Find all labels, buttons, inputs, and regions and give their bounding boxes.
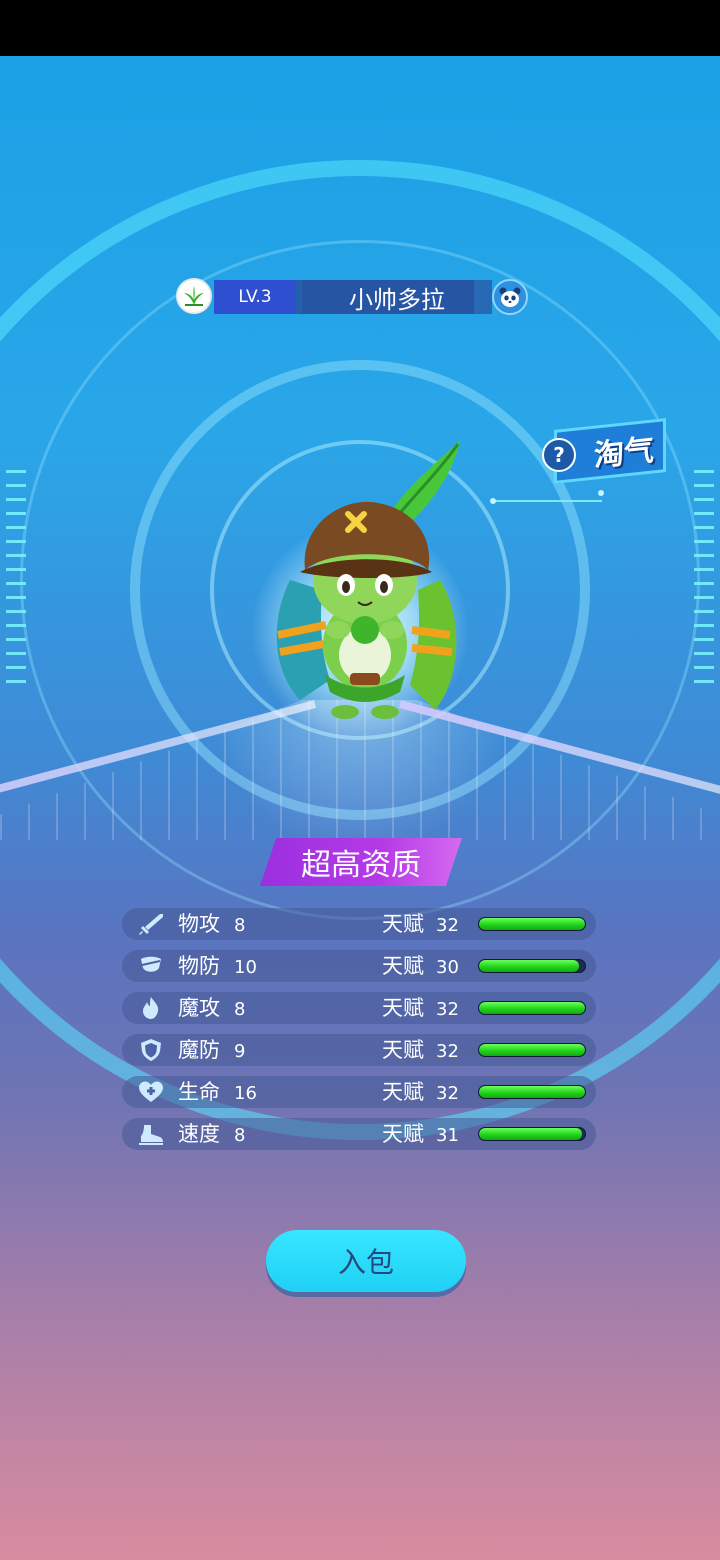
stat-name: 物攻 — [178, 912, 220, 936]
tunnel-ticks-left — [6, 470, 26, 690]
talent-bar-fill — [479, 918, 585, 930]
stat-row: 物攻 8 天赋 32 — [122, 908, 596, 940]
pet-illustration — [260, 430, 470, 720]
shield-icon — [138, 1038, 164, 1062]
flame-icon — [138, 996, 164, 1020]
talent-label: 天赋 — [382, 954, 424, 978]
talent-bar-fill — [479, 960, 579, 972]
talent-bar — [478, 1127, 586, 1141]
talent-value: 32 — [436, 915, 459, 936]
stat-name: 魔防 — [178, 1038, 220, 1062]
stats-list: 物攻 8 天赋 32 物防 10 天赋 30 魔攻 8 天赋 32 魔防 9 天赋 32 生命 16 天赋 32 速度 8… — [122, 908, 596, 1160]
talent-bar — [478, 1043, 586, 1057]
leaf-icon — [176, 278, 212, 314]
stat-value: 8 — [234, 915, 246, 936]
stat-row: 速度 8 天赋 31 — [122, 1118, 596, 1150]
personality-tag[interactable]: ? 淘气 — [490, 418, 670, 510]
tunnel-ticks-right — [694, 470, 714, 690]
stat-value: 9 — [234, 1041, 246, 1062]
stat-value: 10 — [234, 957, 257, 978]
pointer-dot — [598, 490, 604, 496]
stat-name: 魔攻 — [178, 996, 220, 1020]
talent-value: 32 — [436, 1041, 459, 1062]
talent-bar-fill — [479, 1128, 582, 1140]
talent-value: 32 — [436, 999, 459, 1020]
talent-bar — [478, 1001, 586, 1015]
talent-label: 天赋 — [382, 996, 424, 1020]
talent-value: 30 — [436, 957, 459, 978]
stat-value: 16 — [234, 1083, 257, 1104]
add-to-bag-button[interactable]: 入包 — [266, 1230, 466, 1292]
heart-plus-icon — [138, 1080, 164, 1104]
talent-value: 31 — [436, 1125, 459, 1146]
quality-banner: 超高资质 — [260, 838, 462, 886]
pet-header: LV.3 小帅多拉 — [176, 278, 528, 316]
panda-icon[interactable] — [492, 279, 528, 315]
talent-bar-fill — [479, 1002, 585, 1014]
boot-icon — [138, 1122, 164, 1146]
personality-pointer-line — [492, 500, 602, 502]
armor-icon — [138, 954, 164, 978]
talent-bar-fill — [479, 1044, 585, 1056]
level-label: LV.3 — [214, 280, 296, 314]
stat-row: 魔攻 8 天赋 32 — [122, 992, 596, 1024]
stat-name: 速度 — [178, 1122, 220, 1146]
sword-icon — [138, 912, 164, 936]
talent-label: 天赋 — [382, 1122, 424, 1146]
stat-value: 8 — [234, 999, 246, 1020]
personality-label: 淘气 — [594, 432, 654, 475]
talent-label: 天赋 — [382, 912, 424, 936]
stat-name: 物防 — [178, 954, 220, 978]
stat-row: 生命 16 天赋 32 — [122, 1076, 596, 1108]
talent-bar-fill — [479, 1086, 585, 1098]
stat-row: 魔防 9 天赋 32 — [122, 1034, 596, 1066]
stat-row: 物防 10 天赋 30 — [122, 950, 596, 982]
question-icon[interactable]: ? — [542, 438, 576, 472]
pet-reveal-screen: LV.3 小帅多拉 ? 淘气 超高资质 物攻 8 天赋 32 物防 10 天赋 … — [0, 0, 720, 1560]
pointer-dot — [490, 498, 496, 504]
talent-label: 天赋 — [382, 1038, 424, 1062]
talent-bar — [478, 917, 586, 931]
stat-name: 生命 — [178, 1080, 220, 1104]
status-bar — [0, 0, 720, 56]
talent-value: 32 — [436, 1083, 459, 1104]
talent-label: 天赋 — [382, 1080, 424, 1104]
pet-name: 小帅多拉 — [302, 280, 492, 314]
talent-bar — [478, 1085, 586, 1099]
talent-bar — [478, 959, 586, 973]
stat-value: 8 — [234, 1125, 246, 1146]
